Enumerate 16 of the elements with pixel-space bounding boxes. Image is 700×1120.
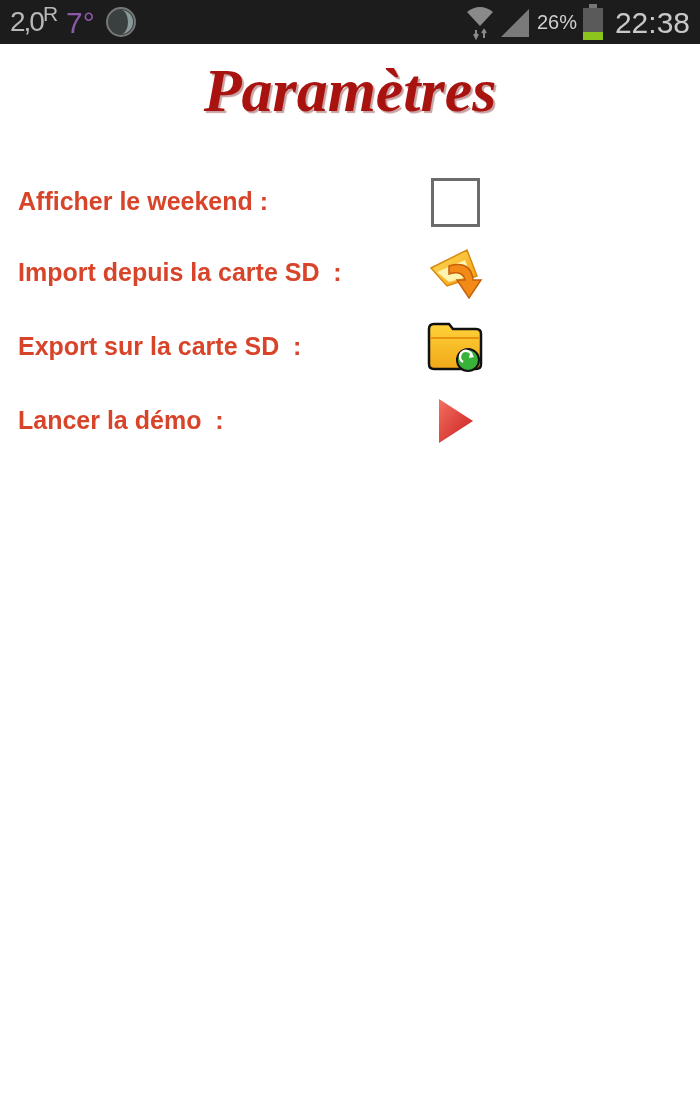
folder-icon[interactable] [427, 321, 483, 373]
setting-label: Export sur la carte SD : [17, 331, 303, 363]
setting-label: Afficher le weekend : [17, 186, 270, 218]
checkbox[interactable] [430, 177, 480, 227]
battery-icon [582, 4, 603, 40]
weather-reading: 7° [66, 4, 95, 41]
battery-percentage: 26% [536, 10, 577, 35]
import-arrow-icon[interactable] [427, 246, 483, 300]
setting-label: Import depuis la carte SD : [17, 257, 343, 289]
signal-icon [500, 7, 531, 37]
temperature-reading: 2,0$^{R}$ [10, 1, 57, 39]
clock-time: 22:38 [614, 4, 690, 41]
moon-icon [104, 6, 137, 38]
setting-label: Lancer la démo : [17, 405, 225, 437]
page-title: Paramètres [203, 55, 497, 126]
wifi-icon [464, 4, 495, 40]
